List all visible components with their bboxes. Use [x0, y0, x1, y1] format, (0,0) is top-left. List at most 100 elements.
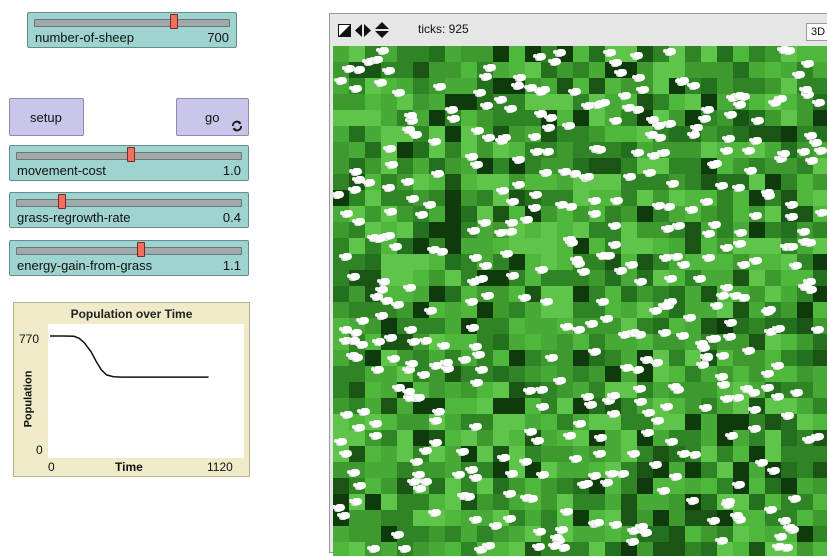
sheep [489, 522, 502, 529]
sheep [600, 479, 613, 486]
slider-value: 700 [207, 30, 229, 45]
sheep [634, 398, 647, 405]
sheep [672, 222, 685, 229]
sheep [761, 308, 774, 315]
sheep [626, 538, 639, 545]
slider-label: movement-cost [17, 163, 106, 178]
sheep [406, 195, 419, 202]
sheep [630, 52, 643, 59]
sheep [609, 117, 622, 124]
sheep [481, 292, 494, 299]
sheep [699, 404, 712, 411]
go-button[interactable]: go [176, 98, 249, 136]
sheep [788, 495, 801, 502]
sheep [372, 338, 385, 345]
sheep [814, 147, 827, 154]
sheep [401, 178, 414, 185]
sheep [441, 365, 454, 372]
number-of-sheep-slider[interactable]: number-of-sheep 700 [27, 12, 237, 48]
slider-label: number-of-sheep [35, 30, 134, 45]
sheep [608, 241, 621, 248]
sheep [542, 124, 555, 131]
slider-thumb[interactable] [58, 194, 67, 209]
sheep [357, 408, 370, 415]
movement-cost-slider[interactable]: movement-cost 1.0 [9, 145, 249, 181]
sheep [382, 184, 395, 191]
sheep [660, 403, 673, 410]
sheep [591, 101, 604, 108]
sheep [568, 88, 581, 95]
sheep [407, 338, 420, 345]
sheep [715, 537, 728, 544]
sheep [560, 323, 573, 330]
x-max-label: 1120 [207, 460, 233, 474]
sheep [573, 420, 586, 427]
edit-shapes-icon[interactable] [338, 24, 351, 37]
sheep [470, 161, 483, 168]
sheep [614, 69, 627, 76]
sheep [725, 432, 738, 439]
sheep [533, 528, 546, 535]
sheep [503, 515, 516, 522]
vertical-arrows-icon[interactable] [375, 22, 389, 38]
sheep [334, 438, 347, 445]
sheep [367, 545, 380, 552]
sheep [657, 149, 670, 156]
slider-thumb[interactable] [127, 147, 136, 162]
sheep [544, 114, 557, 121]
sheep [483, 64, 496, 71]
sheep [369, 432, 382, 439]
sheep [387, 355, 400, 362]
sheep [785, 201, 798, 208]
sheep [762, 192, 775, 199]
sheep [440, 359, 453, 366]
sheep [557, 544, 570, 551]
sheep [732, 481, 745, 488]
sheep [584, 401, 597, 408]
sheep [651, 417, 664, 424]
slider-thumb[interactable] [169, 14, 178, 29]
sheep [749, 257, 762, 264]
sheep [641, 429, 654, 436]
grass-regrowth-rate-slider[interactable]: grass-regrowth-rate 0.4 [9, 192, 249, 228]
sheep [620, 364, 633, 371]
sheep [768, 99, 781, 106]
horizontal-arrows-icon[interactable] [355, 24, 371, 37]
energy-gain-from-grass-slider[interactable]: energy-gain-from-grass 1.1 [9, 240, 249, 276]
sheep [404, 326, 417, 333]
sheep [531, 437, 544, 444]
sheep [722, 135, 735, 142]
sheep [529, 191, 542, 198]
sheep [384, 334, 397, 341]
sheep [790, 389, 803, 396]
sheep [724, 111, 737, 118]
sheep [731, 394, 744, 401]
sheep [482, 134, 495, 141]
sheep [732, 92, 745, 99]
sheep [512, 181, 525, 188]
sheep [504, 228, 517, 235]
plot-title: Population over Time [70, 307, 193, 321]
sheep [511, 82, 524, 89]
sheep [658, 329, 671, 336]
sheep [340, 210, 353, 217]
sheep [519, 458, 532, 465]
slider-thumb[interactable] [136, 242, 145, 257]
sheep [405, 360, 418, 367]
sheep [563, 432, 576, 439]
sheep [663, 48, 676, 55]
sheep [720, 244, 733, 251]
plot-svg [50, 335, 209, 378]
sheep [707, 517, 720, 524]
3d-view-button[interactable]: 3D [806, 23, 827, 41]
go-button-label: go [205, 110, 220, 125]
sheep [456, 448, 469, 455]
sheep [642, 409, 655, 416]
sheep [797, 148, 810, 155]
setup-button[interactable]: setup [9, 98, 84, 136]
sheep [372, 235, 385, 242]
sheep [732, 184, 745, 191]
plot-area [48, 324, 244, 458]
sheep [639, 529, 652, 536]
sheep [333, 504, 345, 511]
